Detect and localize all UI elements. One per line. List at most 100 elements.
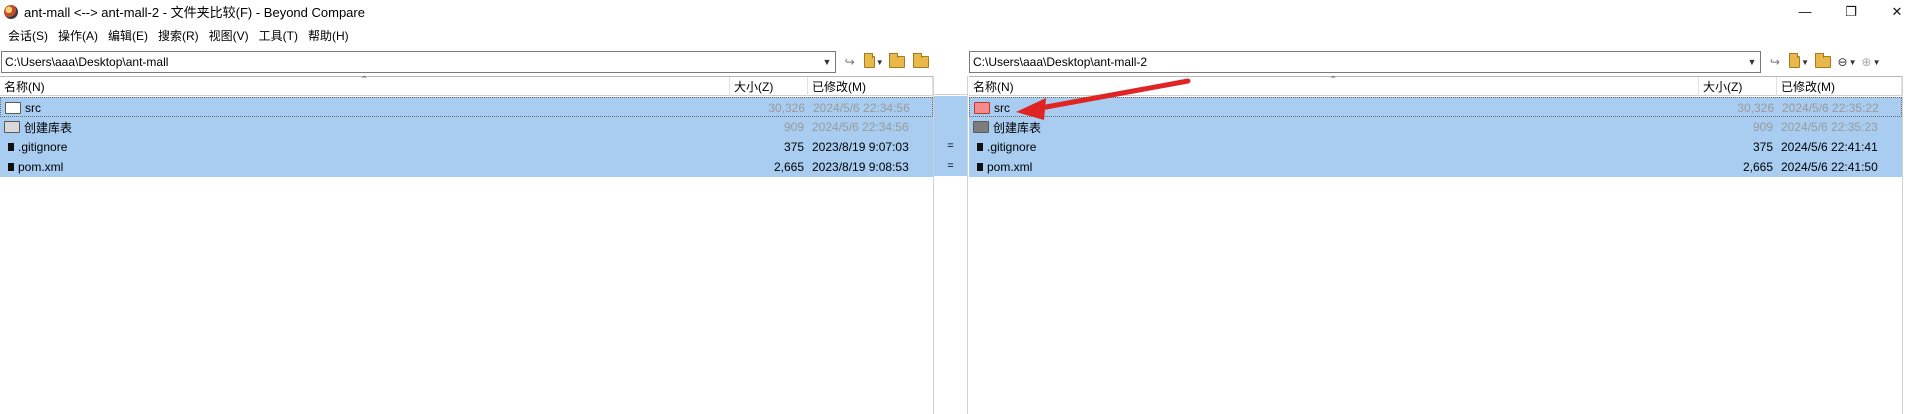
left-col-size[interactable]: 大小(Z) — [730, 77, 808, 96]
menu-bar: 会话(S) 操作(A) 编辑(E) 搜索(R) 视图(V) 工具(T) 帮助(H… — [0, 24, 1920, 46]
right-col-name-label: 名称(N) — [973, 80, 1014, 94]
restore-button[interactable]: ❐ — [1828, 0, 1874, 23]
right-row-src-name: src — [970, 98, 1700, 118]
folder-icon — [4, 121, 20, 133]
window-title: ant-mall <--> ant-mall-2 - 文件夹比较(F) - Be… — [24, 5, 365, 20]
left-parent-folder-button[interactable] — [888, 52, 908, 72]
file-size: 2,665 — [773, 160, 804, 174]
left-browse-folder-button[interactable]: ▼ — [863, 52, 884, 72]
close-button[interactable]: ✕ — [1874, 0, 1920, 23]
file-name: src — [994, 101, 1010, 115]
right-row-pom-name: pom.xml — [969, 157, 1699, 177]
file-size: 375 — [1752, 140, 1773, 154]
beyond-compare-app-icon — [4, 4, 18, 19]
left-path-input[interactable]: C:\Users\aaa\Desktop\ant-mall ▼ — [1, 51, 836, 73]
sort-ascending-icon: ⌃ — [1329, 75, 1338, 86]
file-modified: 2024/5/6 22:34:56 — [812, 120, 909, 134]
file-modified: 2024/5/6 22:41:50 — [1781, 160, 1878, 174]
chevron-down-icon[interactable]: ▼ — [1744, 52, 1760, 72]
forward-button[interactable]: ⊕ ▼ — [1861, 52, 1881, 72]
minimize-button[interactable]: — — [1782, 0, 1828, 23]
left-row-src[interactable]: src 30,326 2024/5/6 22:34:56 — [0, 97, 933, 117]
right-parent-folder-button[interactable] — [1813, 52, 1833, 72]
menu-edit[interactable]: 编辑(E) — [103, 27, 153, 44]
file-modified: 2024/5/6 22:35:22 — [1782, 101, 1879, 115]
sync-folder-icon — [913, 53, 930, 68]
back-arrow-icon: ⊖ — [1837, 55, 1848, 69]
left-path-toolbar: C:\Users\aaa\Desktop\ant-mall ▼ ↪ ▼ — [1, 50, 931, 74]
back-button[interactable]: ⊖ ▼ — [1837, 52, 1857, 72]
compare-gutter: = = — [933, 76, 968, 414]
right-row-pom[interactable]: pom.xml 2,665 2024/5/6 22:41:50 — [969, 157, 1902, 177]
menu-help[interactable]: 帮助(H) — [303, 27, 354, 44]
right-browse-folder-button[interactable]: ▼ — [1789, 52, 1809, 72]
left-row-db-tables-name: 创建库表 — [0, 117, 730, 137]
sort-ascending-icon: ⌃ — [360, 75, 369, 86]
file-modified: 2024/5/6 22:34:56 — [813, 101, 910, 115]
left-row-src-name: src — [1, 98, 731, 118]
chevron-down-icon: ▼ — [1848, 57, 1857, 67]
menu-view[interactable]: 视图(V) — [204, 27, 254, 44]
chevron-down-icon: ▼ — [1872, 57, 1881, 67]
gutter-row-gitignore: = — [934, 136, 967, 156]
folder-red-icon — [974, 102, 990, 114]
folder-dark-icon — [973, 121, 989, 133]
file-icon — [8, 163, 14, 171]
right-col-modified[interactable]: 已修改(M) — [1777, 77, 1902, 96]
file-name: pom.xml — [18, 160, 64, 174]
up-folder-icon — [1815, 53, 1831, 68]
left-sync-folder-button[interactable] — [911, 52, 931, 72]
left-go-icon[interactable]: ↪ — [840, 52, 860, 72]
file-size: 909 — [1752, 120, 1773, 134]
gutter-row-src — [934, 96, 967, 116]
file-name: 创建库表 — [993, 120, 1042, 135]
left-col-name-label: 名称(N) — [4, 80, 45, 94]
title-bar: ant-mall <--> ant-mall-2 - 文件夹比较(F) - Be… — [0, 0, 1920, 23]
left-col-size-label: 大小(Z) — [734, 80, 774, 94]
left-column-header: 名称(N) ⌃ 大小(Z) 已修改(M) — [0, 75, 933, 96]
right-col-size[interactable]: 大小(Z) — [1699, 77, 1777, 96]
right-row-db-tables-name: 创建库表 — [969, 117, 1699, 137]
file-modified: 2023/8/19 9:07:03 — [812, 140, 909, 154]
menu-session[interactable]: 会话(S) — [3, 27, 53, 44]
menu-actions[interactable]: 操作(A) — [53, 27, 103, 44]
left-row-gitignore[interactable]: .gitignore 375 2023/8/19 9:07:03 — [0, 137, 933, 157]
file-modified: 2024/5/6 22:35:23 — [1781, 120, 1878, 134]
file-icon — [8, 143, 14, 151]
gutter-row-pom: = — [934, 156, 967, 176]
chevron-down-icon[interactable]: ▼ — [819, 52, 835, 72]
up-folder-icon — [889, 53, 906, 68]
file-name: .gitignore — [18, 140, 68, 154]
menu-search[interactable]: 搜索(R) — [153, 27, 204, 44]
right-row-gitignore[interactable]: .gitignore 375 2024/5/6 22:41:41 — [969, 137, 1902, 157]
right-col-size-label: 大小(Z) — [1703, 80, 1743, 94]
vertical-scrollbar[interactable] — [1902, 76, 1920, 414]
right-row-db-tables[interactable]: 创建库表 909 2024/5/6 22:35:23 — [969, 117, 1902, 137]
open-folder-icon — [1789, 53, 1801, 68]
file-name: 创建库表 — [24, 120, 73, 135]
right-path-toolbar: C:\Users\aaa\Desktop\ant-mall-2 ▼ ↪ ▼ ⊖ ▼… — [969, 50, 1920, 74]
left-path-text: C:\Users\aaa\Desktop\ant-mall — [5, 55, 169, 69]
menu-tools[interactable]: 工具(T) — [254, 27, 303, 44]
window-controls: — ❐ ✕ — [1782, 0, 1920, 23]
right-row-src[interactable]: src 30,326 2024/5/6 22:35:22 — [969, 97, 1902, 117]
file-icon — [977, 163, 983, 171]
file-size: 375 — [783, 140, 804, 154]
left-row-db-tables[interactable]: 创建库表 909 2024/5/6 22:34:56 — [0, 117, 933, 137]
right-path-input[interactable]: C:\Users\aaa\Desktop\ant-mall-2 ▼ — [969, 51, 1761, 73]
file-size: 2,665 — [1742, 160, 1773, 174]
right-go-icon[interactable]: ↪ — [1765, 52, 1785, 72]
file-size: 909 — [783, 120, 804, 134]
file-size: 30,326 — [1737, 101, 1774, 115]
file-modified: 2023/8/19 9:08:53 — [812, 160, 909, 174]
right-row-gitignore-name: .gitignore — [969, 137, 1699, 157]
left-row-pom[interactable]: pom.xml 2,665 2023/8/19 9:08:53 — [0, 157, 933, 177]
chevron-down-icon: ▼ — [1801, 57, 1809, 67]
left-file-pane: 名称(N) ⌃ 大小(Z) 已修改(M) src 30,326 2024/5/6… — [0, 75, 933, 414]
gutter-row-db-tables — [934, 116, 967, 136]
folder-empty-icon — [5, 102, 21, 114]
file-modified: 2024/5/6 22:41:41 — [1781, 140, 1878, 154]
left-col-modified[interactable]: 已修改(M) — [808, 77, 933, 96]
file-name: pom.xml — [987, 160, 1033, 174]
file-name: .gitignore — [987, 140, 1037, 154]
